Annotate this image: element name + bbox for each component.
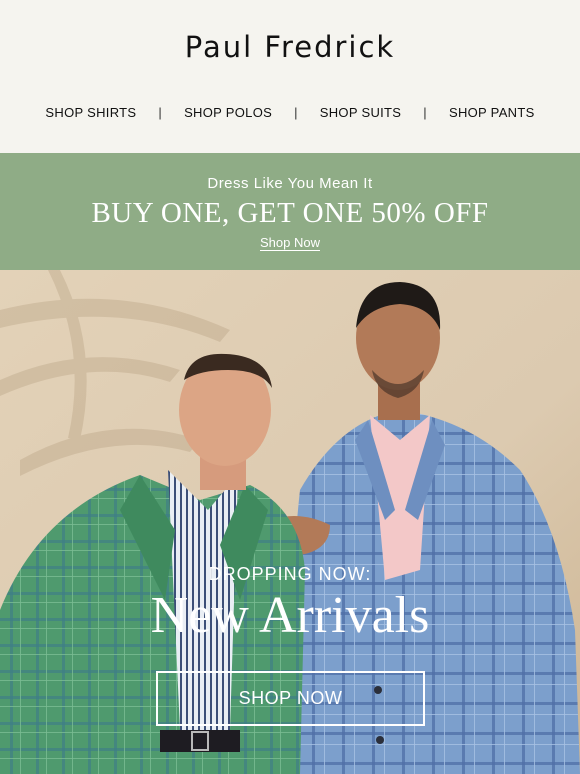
hero-title: New Arrivals	[150, 587, 430, 644]
nav-shop-suits[interactable]: SHOP SUITS	[320, 105, 402, 120]
promo-shop-now-link[interactable]: Shop Now	[260, 235, 320, 250]
email-header: Paul Fredrick SHOP SHIRTS | SHOP POLOS |…	[0, 0, 580, 153]
nav-shop-polos[interactable]: SHOP POLOS	[184, 105, 272, 120]
nav-separator: |	[158, 105, 163, 120]
nav-shop-pants[interactable]: SHOP PANTS	[449, 105, 535, 120]
nav-shop-shirts[interactable]: SHOP SHIRTS	[45, 105, 136, 120]
promo-link-wrap: Shop Now	[0, 235, 580, 250]
promo-eyebrow: Dress Like You Mean It	[207, 175, 373, 192]
promo-headline: BUY ONE, GET ONE 50% OFF	[91, 197, 489, 229]
nav-separator: |	[294, 105, 298, 120]
hero-eyebrow: DROPPING NOW:	[208, 564, 372, 584]
hero-banner[interactable]: DROPPING NOW: New Arrivals SHOP NOW	[0, 270, 580, 774]
promo-banner: Dress Like You Mean It BUY ONE, GET ONE …	[0, 153, 580, 270]
shop-now-button[interactable]: SHOP NOW	[156, 671, 425, 726]
brand-logo[interactable]: Paul Fredrick	[0, 30, 580, 64]
nav-separator: |	[423, 105, 427, 120]
main-nav: SHOP SHIRTS | SHOP POLOS | SHOP SUITS | …	[0, 105, 580, 120]
